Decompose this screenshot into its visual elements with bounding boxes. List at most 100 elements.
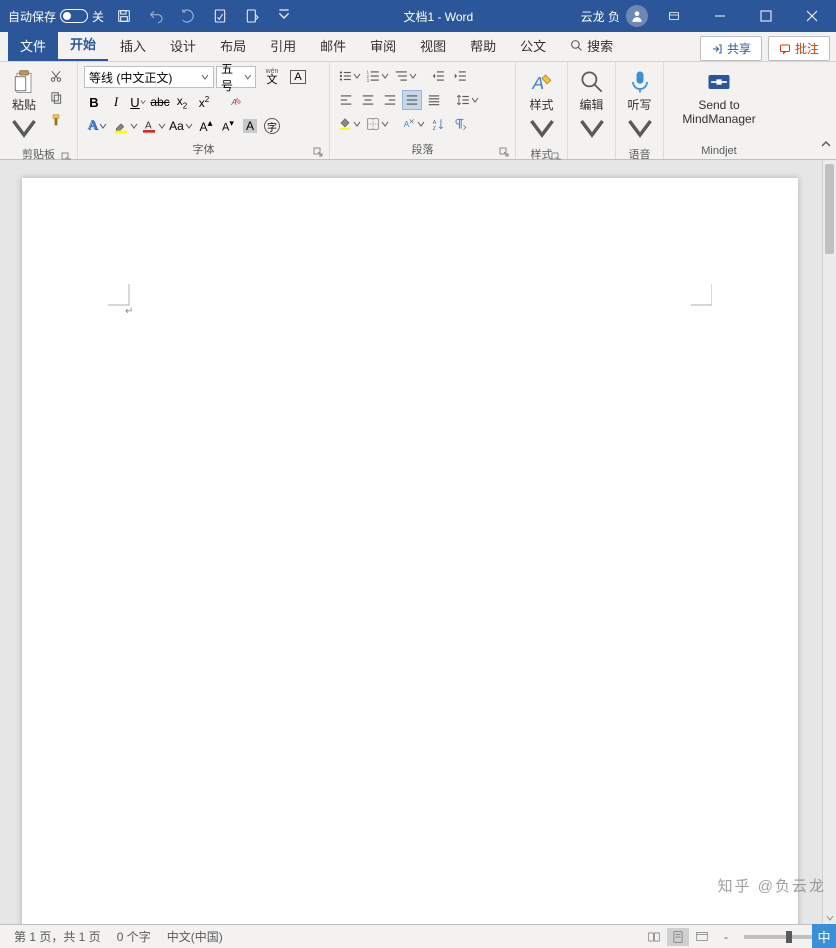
tab-file[interactable]: 文件 (8, 30, 58, 61)
user-account[interactable]: 云龙 负 (581, 5, 648, 27)
clear-format-button[interactable]: A (226, 92, 246, 112)
qat-btn-5[interactable] (240, 4, 264, 28)
share-button[interactable]: 共享 (700, 36, 762, 61)
minus-icon: - (724, 930, 728, 944)
maximize-button[interactable] (746, 2, 786, 30)
redo-button[interactable] (176, 4, 200, 28)
borders-button[interactable] (364, 114, 390, 134)
dialog-launcher-icon[interactable] (313, 147, 323, 157)
subscript-button[interactable]: x2 (172, 92, 192, 112)
group-voice: 听写 语音 (616, 62, 664, 159)
align-right-icon (383, 93, 397, 107)
save-button[interactable] (112, 4, 136, 28)
font-color-button[interactable]: A (140, 116, 166, 136)
change-case-button[interactable]: Aa (168, 116, 194, 136)
char-border-button[interactable]: A (288, 67, 308, 87)
zoom-out-button[interactable]: - (715, 928, 737, 946)
language-indicator[interactable]: 中文(中国) (159, 928, 231, 945)
chevron-down-icon (353, 72, 361, 80)
align-center-button[interactable] (358, 90, 378, 110)
font-size-combo[interactable]: 五号 (216, 66, 256, 88)
search-button[interactable]: 搜索 (558, 30, 625, 61)
superscript-button[interactable]: x2 (194, 92, 214, 112)
sort-button[interactable]: AZ (428, 114, 448, 134)
clear-format-icon: A (229, 95, 243, 109)
show-marks-button[interactable] (450, 114, 470, 134)
format-painter-icon (49, 113, 63, 127)
dialog-launcher-icon[interactable] (499, 147, 509, 157)
tab-gongwen[interactable]: 公文 (508, 30, 558, 61)
format-painter-button[interactable] (46, 110, 66, 130)
strikethrough-icon: abc (150, 95, 169, 109)
italic-button[interactable]: I (106, 92, 126, 112)
autosave-toggle[interactable]: 自动保存 关 (8, 8, 104, 25)
line-spacing-button[interactable] (454, 90, 480, 110)
enclose-char-button[interactable]: 字 (262, 116, 282, 136)
ribbon-options-button[interactable] (654, 2, 694, 30)
chevron-down-icon (528, 114, 556, 142)
minimize-button[interactable] (700, 2, 740, 30)
paste-button[interactable]: 粘贴 (6, 66, 42, 144)
collapse-ribbon-button[interactable] (820, 137, 832, 155)
numbering-button[interactable]: 123 (364, 66, 390, 86)
underline-button[interactable]: U (128, 92, 148, 112)
word-count[interactable]: 0 个字 (109, 928, 159, 945)
send-to-mindmanager-button[interactable]: Send to MindManager (670, 66, 768, 129)
multilevel-button[interactable] (392, 66, 418, 86)
read-mode-button[interactable] (643, 928, 665, 946)
tab-view[interactable]: 视图 (408, 30, 458, 61)
increase-indent-button[interactable] (450, 66, 470, 86)
editing-button[interactable]: 编辑 (574, 66, 610, 144)
autosave-state: 关 (92, 8, 104, 25)
cut-button[interactable] (46, 66, 66, 86)
ime-indicator[interactable]: 中 (812, 924, 836, 948)
close-button[interactable] (792, 2, 832, 30)
document-page[interactable]: ↵ (22, 178, 798, 924)
text-effects-button[interactable]: A (84, 116, 110, 136)
print-layout-button[interactable] (667, 928, 689, 946)
maximize-icon (760, 10, 772, 22)
tab-layout[interactable]: 布局 (208, 30, 258, 61)
align-right-button[interactable] (380, 90, 400, 110)
comments-button[interactable]: 批注 (768, 36, 830, 61)
decrease-indent-button[interactable] (428, 66, 448, 86)
scrollbar-thumb[interactable] (825, 164, 834, 254)
undo-button[interactable] (144, 4, 168, 28)
save-icon (116, 8, 132, 24)
tab-references[interactable]: 引用 (258, 30, 308, 61)
asian-layout-button[interactable]: A (400, 114, 426, 134)
search-label: 搜索 (587, 36, 613, 55)
highlight-button[interactable] (112, 116, 138, 136)
chevron-down-icon (201, 73, 209, 81)
zoom-slider-handle[interactable] (786, 931, 792, 943)
styles-button[interactable]: A 样式 (524, 66, 560, 144)
strikethrough-button[interactable]: abc (150, 92, 170, 112)
grow-font-button[interactable]: A▴ (196, 116, 216, 136)
font-name-combo[interactable]: 等线 (中文正文) (84, 66, 214, 88)
tab-review[interactable]: 审阅 (358, 30, 408, 61)
phonetic-guide-button[interactable]: wén 文 (258, 67, 286, 87)
tab-mailings[interactable]: 邮件 (308, 30, 358, 61)
chevron-up-icon (820, 138, 832, 150)
qat-customize[interactable] (272, 4, 296, 28)
scroll-down-icon[interactable] (826, 914, 834, 922)
shading-button[interactable] (336, 114, 362, 134)
qat-btn-4[interactable] (208, 4, 232, 28)
distribute-button[interactable] (424, 90, 444, 110)
char-shading-button[interactable]: A (240, 116, 260, 136)
chevron-down-icon (417, 120, 425, 128)
page-indicator[interactable]: 第 1 页，共 1 页 (6, 928, 109, 945)
bold-button[interactable]: B (84, 92, 104, 112)
dictate-button[interactable]: 听写 (622, 66, 658, 144)
align-left-button[interactable] (336, 90, 356, 110)
tab-insert[interactable]: 插入 (108, 30, 158, 61)
shrink-font-button[interactable]: A▾ (218, 116, 238, 136)
copy-button[interactable] (46, 88, 66, 108)
tab-home[interactable]: 开始 (58, 28, 108, 61)
tab-design[interactable]: 设计 (158, 30, 208, 61)
justify-button[interactable] (402, 90, 422, 110)
vertical-scrollbar[interactable] (822, 160, 836, 924)
bullets-button[interactable] (336, 66, 362, 86)
tab-help[interactable]: 帮助 (458, 30, 508, 61)
web-layout-button[interactable] (691, 928, 713, 946)
